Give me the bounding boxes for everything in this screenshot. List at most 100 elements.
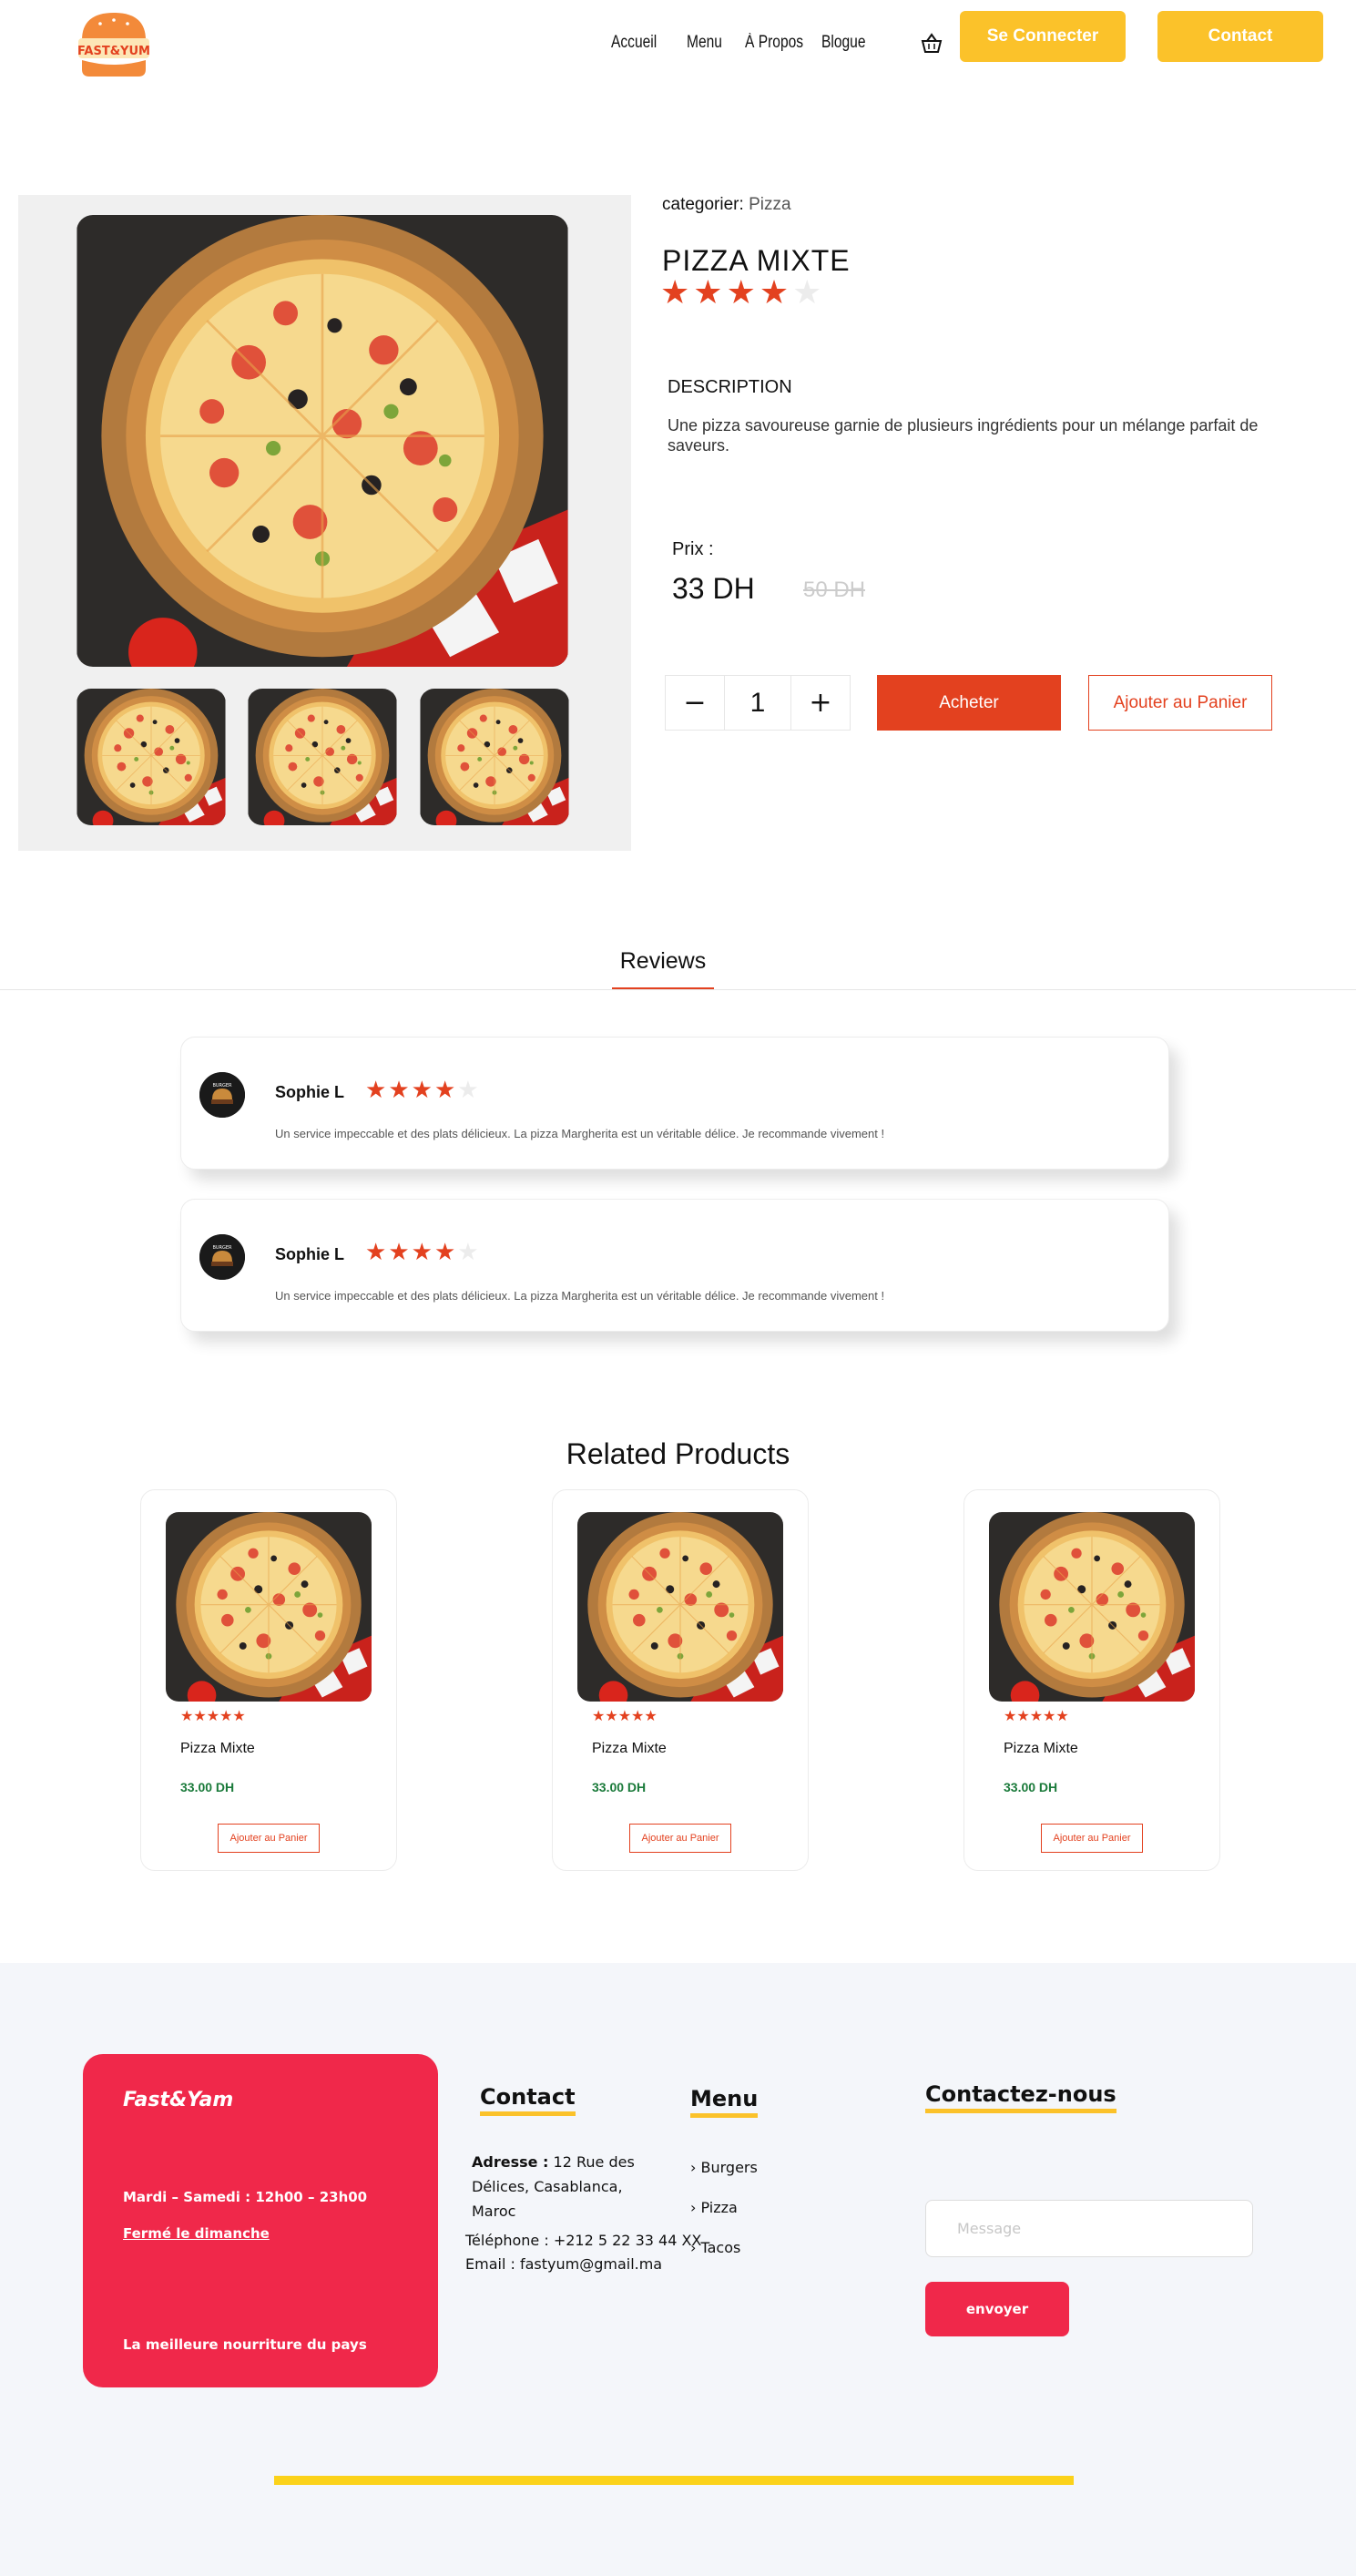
review-rating: ★★★★★	[365, 1074, 481, 1107]
footer-menu-pizza[interactable]: › Pizza	[690, 2199, 738, 2216]
footer-address: Adresse : 12 Rue des Délices, Casablanca…	[472, 2150, 690, 2223]
footer-phone: Téléphone : +212 5 22 33 44 XX	[465, 2232, 702, 2249]
review-card: BURGER Sophie L ★★★★★ Un service impecca…	[180, 1199, 1169, 1332]
opening-hours: Mardi – Samedi : 12h00 – 23h00	[123, 2189, 368, 2205]
star-filled-icon: ★	[365, 1077, 389, 1104]
review-text: Un service impeccable et des plats délic…	[275, 1127, 885, 1140]
product-card-image[interactable]	[577, 1512, 783, 1702]
product-card-name[interactable]: Pizza Mixte	[592, 1741, 667, 1757]
svg-text:BURGER: BURGER	[212, 1083, 232, 1089]
product-thumbnail-2[interactable]	[248, 689, 397, 825]
category-value[interactable]: Pizza	[749, 195, 790, 214]
address-label: Adresse :	[472, 2153, 549, 2171]
old-price: 50 DH	[803, 578, 866, 602]
contact-us-heading: Contactez-nous	[925, 2081, 1116, 2113]
star-filled-icon: ★	[388, 1239, 412, 1266]
footer-brand-box: Fast&Yam Mardi – Samedi : 12h00 – 23h00 …	[83, 2054, 438, 2387]
footer-menu-burgers[interactable]: › Burgers	[690, 2159, 758, 2176]
footer-tagline: La meilleure nourriture du pays	[123, 2336, 367, 2353]
product-card-rating: ★★★★★	[592, 1707, 658, 1724]
svg-text:BURGER: BURGER	[212, 1245, 232, 1251]
price-label: Prix :	[672, 539, 714, 559]
star-filled-icon: ★	[660, 274, 694, 312]
product-card-add-button[interactable]: Ajouter au Panier	[1041, 1824, 1143, 1853]
star-filled-icon: ★	[433, 1077, 458, 1104]
product-rating: ★★★★★	[660, 275, 825, 312]
footer-contact-heading: Contact	[480, 2084, 576, 2116]
product-card-add-button[interactable]: Ajouter au Panier	[629, 1824, 731, 1853]
nav-menu[interactable]: Menu	[687, 33, 722, 53]
product-card[interactable]: ★★★★★ Pizza Mixte 33.00 DH Ajouter au Pa…	[140, 1489, 397, 1871]
current-price: 33 DH	[672, 572, 755, 605]
product-gallery	[18, 195, 631, 851]
address-line-1: 12 Rue des	[553, 2153, 635, 2171]
nav-accueil[interactable]: Accueil	[611, 33, 657, 53]
product-main-image	[76, 215, 568, 667]
increase-quantity-button[interactable]: +	[791, 676, 850, 730]
closed-day: Fermé le dimanche	[123, 2225, 270, 2242]
category-label: categorier:	[662, 195, 744, 214]
tabs-divider	[0, 989, 1356, 990]
star-filled-icon: ★	[365, 1239, 389, 1266]
reviewer-name: Sophie L	[275, 1245, 344, 1263]
tab-reviews[interactable]: Reviews	[612, 948, 714, 989]
star-filled-icon: ★	[411, 1077, 434, 1104]
product-card-name[interactable]: Pizza Mixte	[180, 1741, 255, 1757]
footer-menu-tacos[interactable]: › Tacos	[690, 2239, 740, 2256]
chevron-right-icon: ›	[690, 2159, 697, 2176]
product-card-price: 33.00 DH	[592, 1780, 647, 1794]
description-heading: DESCRIPTION	[668, 377, 792, 397]
address-line-3: Maroc	[472, 2203, 516, 2220]
product-card-image[interactable]	[166, 1512, 372, 1702]
quantity-value[interactable]: 1	[724, 676, 791, 730]
product-card-rating: ★★★★★	[180, 1707, 246, 1724]
star-filled-icon: ★	[433, 1239, 458, 1266]
product-card-rating: ★★★★★	[1004, 1707, 1069, 1724]
chevron-right-icon: ›	[690, 2239, 697, 2256]
contact-button[interactable]: Contact	[1157, 11, 1323, 62]
buy-button[interactable]: Acheter	[877, 675, 1061, 731]
footer-brand-name: Fast&Yam	[123, 2089, 234, 2111]
decrease-quantity-button[interactable]: −	[666, 676, 724, 730]
product-card[interactable]: ★★★★★ Pizza Mixte 33.00 DH Ajouter au Pa…	[963, 1489, 1220, 1871]
footer-email[interactable]: Email : fastyum@gmail.ma	[465, 2252, 662, 2276]
product-card-image[interactable]	[989, 1512, 1195, 1702]
star-filled-icon: ★	[388, 1077, 412, 1104]
product-card[interactable]: ★★★★★ Pizza Mixte 33.00 DH Ajouter au Pa…	[552, 1489, 809, 1871]
brand-logo[interactable]: FAST&YUM	[75, 9, 153, 78]
star-empty-icon: ★	[457, 1077, 481, 1104]
product-category: categorier: Pizza	[662, 195, 791, 215]
quantity-stepper: − 1 +	[665, 675, 851, 731]
product-card-name[interactable]: Pizza Mixte	[1004, 1741, 1078, 1757]
review-text: Un service impeccable et des plats délic…	[275, 1289, 885, 1303]
chevron-right-icon: ›	[690, 2199, 697, 2216]
avatar: BURGER	[199, 1072, 245, 1118]
related-products-title: Related Products	[566, 1437, 790, 1470]
nav-blogue[interactable]: Blogue	[821, 33, 866, 53]
send-button[interactable]: envoyer	[925, 2282, 1069, 2336]
review-rating: ★★★★★	[365, 1236, 481, 1269]
star-filled-icon: ★	[726, 274, 760, 312]
product-thumbnail-3[interactable]	[420, 689, 569, 825]
review-card: BURGER Sophie L ★★★★★ Un service impecca…	[180, 1037, 1169, 1170]
product-card-price: 33.00 DH	[1004, 1780, 1058, 1794]
basket-icon[interactable]	[920, 31, 943, 55]
product-title: PIZZA MIXTE	[662, 244, 851, 277]
login-button[interactable]: Se Connecter	[960, 11, 1126, 62]
reviewer-name: Sophie L	[275, 1083, 344, 1101]
star-empty-icon: ★	[457, 1239, 481, 1266]
product-card-add-button[interactable]: Ajouter au Panier	[218, 1824, 320, 1853]
star-filled-icon: ★	[411, 1239, 434, 1266]
address-line-2: Délices, Casablanca,	[472, 2178, 623, 2195]
message-input[interactable]	[925, 2200, 1253, 2257]
star-filled-icon: ★	[759, 274, 793, 312]
avatar: BURGER	[199, 1234, 245, 1280]
description-text: Une pizza savoureuse garnie de plusieurs…	[668, 416, 1259, 455]
footer-menu-heading: Menu	[690, 2086, 758, 2118]
svg-text:FAST&YUM: FAST&YUM	[77, 45, 150, 58]
add-to-cart-button[interactable]: Ajouter au Panier	[1088, 675, 1272, 731]
top-nav: FAST&YUM Accueil Menu À Propos Blogue Se…	[0, 0, 1356, 91]
product-card-price: 33.00 DH	[180, 1780, 235, 1794]
nav-a-propos[interactable]: À Propos	[745, 33, 803, 53]
product-thumbnail-1[interactable]	[76, 689, 226, 825]
